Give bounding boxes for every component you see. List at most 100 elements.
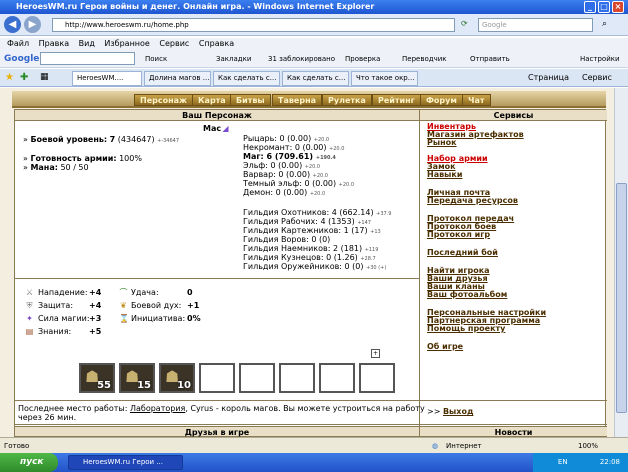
guild-delta: +13 [370,229,381,235]
nav-character[interactable]: Персонаж [134,94,193,106]
faction-value: 0 (0.00) [278,170,311,179]
last-work-place-link[interactable]: Лаборатория [130,404,185,413]
tab-kak-sdelat-1[interactable]: Как сделать с... [213,71,280,86]
faction-delta: +20.0 [338,182,354,188]
service-link[interactable]: Передача ресурсов [427,197,518,205]
stat-label: Нападение: [38,288,88,297]
language-indicator[interactable]: EN [558,458,568,466]
menu-file[interactable]: Файл [7,39,29,48]
service-link[interactable]: Навыки [427,171,462,179]
tab-dolina[interactable]: Долина магов ... [144,71,211,86]
spellcheck-button[interactable]: Проверка [345,50,380,68]
search-input[interactable]: Google [478,18,593,32]
army-slot[interactable] [239,363,275,393]
nav-map[interactable]: Карта [192,94,232,106]
army-slot[interactable] [319,363,355,393]
nav-chat[interactable]: Чат [462,94,491,106]
scrollbar-thumb[interactable] [616,183,627,413]
menu-favorites[interactable]: Избранное [104,39,149,48]
menu-view[interactable]: Вид [79,39,95,48]
army-slot[interactable]: ☗ 10 [159,363,195,393]
army-slot[interactable]: ☗ 15 [119,363,155,393]
guild-name: Гильдия Воров: [243,235,309,244]
mana-value: 50 / 50 [60,163,89,172]
nav-forum[interactable]: Форум [420,94,463,106]
army-slot[interactable] [279,363,315,393]
tab-list-icon[interactable]: ▦ [40,72,49,82]
nav-rating[interactable]: Рейтинг [372,94,421,106]
menu-edit[interactable]: Правка [39,39,69,48]
stat-value: +4 [89,288,102,297]
guild-row: Гильдия Оружейников: 0 (0) +30 (+) [243,262,386,273]
army-value: 100% [119,154,142,163]
security-zone: Интернет [446,442,482,450]
service-link[interactable]: Рынок [427,139,457,147]
creature-count: 10 [177,380,191,391]
favorites-star-icon[interactable]: ★ [5,72,14,83]
last-work-suffix: , Cyrus - король магов. Вы можете устрои… [185,404,425,413]
last-work-time: через 26 мин. [18,413,77,422]
level-label: Боевой уровень: [30,135,108,144]
level-exp: (434647) [117,135,155,144]
maximize-button[interactable]: □ [598,1,610,13]
stat-label: Сила магии: [38,314,90,323]
section-divider [420,400,607,401]
bookmarks-button[interactable]: Закладки [216,50,251,68]
stat-label: Боевой дух: [131,301,182,310]
page-scrollbar[interactable] [614,88,628,437]
tab-bar: ★ ✚ ▦ HeroesWM.... Долина магов ... Как … [0,69,628,87]
service-link[interactable]: Протокол игр [427,231,490,239]
nav-battles[interactable]: Битвы [230,94,271,106]
faction-value: 0 (0.00) [270,161,303,170]
url-input[interactable]: http://www.heroeswm.ru/home.php [52,18,455,32]
taskbar-item-ie[interactable]: HeroesWM.ru Герои ... [68,455,183,470]
army-slot[interactable]: ☗ 55 [79,363,115,393]
section-divider [15,278,419,279]
translator-button[interactable]: Переводчик [402,50,446,68]
guild-name: Гильдия Рабочих: [243,217,318,226]
refresh-icon[interactable]: ⟳ [461,19,468,28]
luck-rainbow-icon: ⌒ [119,288,128,297]
settings-button[interactable]: Настройки [580,50,620,68]
tab-heroeswm[interactable]: HeroesWM.... [72,71,142,86]
exit-link[interactable]: Выход [443,407,473,416]
guild-name: Гильдия Кузнецов: [243,253,324,262]
start-button[interactable]: пуск [0,453,58,472]
google-search-button[interactable]: Поиск [145,50,167,68]
magic-wand-icon: ✦ [26,314,33,323]
service-link[interactable]: Об игре [427,343,463,351]
minimize-button[interactable]: _ [584,1,596,13]
guild-add-button[interactable]: + [371,349,380,358]
back-button[interactable]: ◀ [4,16,21,33]
zoom-level[interactable]: 100% [578,438,598,454]
google-logo: Google [4,54,40,64]
nav-tavern[interactable]: Таверна [272,94,322,106]
google-search-input[interactable] [40,52,135,65]
search-icon[interactable]: ⌕ [602,19,607,29]
menu-help[interactable]: Справка [199,39,234,48]
column-divider [419,110,420,437]
service-link[interactable]: Ваш фотоальбом [427,291,507,299]
window-title: HeroesWM.ru Герои войны и денег. Онлайн … [16,2,375,11]
service-link[interactable]: Последний бой [427,249,498,257]
send-button[interactable]: Отправить [470,50,510,68]
menu-tools[interactable]: Сервис [159,39,189,48]
service-link[interactable]: Помощь проекту [427,325,505,333]
page-menu-button[interactable]: Страница [528,73,569,82]
popup-blocked-button[interactable]: 31 заблокировано [268,50,335,68]
faction-name: Демон: [243,188,274,197]
army-slot[interactable] [359,363,395,393]
add-favorites-icon[interactable]: ✚ [20,72,28,83]
guild-name: Гильдия Оружейников: [243,262,342,271]
nav-roulette[interactable]: Рулетка [322,94,372,106]
tools-menu-button[interactable]: Сервис [582,73,612,82]
tab-kak-sdelat-2[interactable]: Как сделать с... [282,71,349,86]
address-bar: ◀ ▶ http://www.heroeswm.ru/home.php ⟳ Go… [0,14,628,36]
close-button[interactable]: × [612,1,624,13]
guild-name: Гильдия Охотников: [243,208,330,217]
tab-chto-takoe[interactable]: Что такое окр... [351,71,418,86]
forward-button[interactable]: ▶ [24,16,41,33]
guild-delta: +37.9 [376,211,392,217]
hero-name[interactable]: Мас [203,124,221,133]
army-slot[interactable] [199,363,235,393]
